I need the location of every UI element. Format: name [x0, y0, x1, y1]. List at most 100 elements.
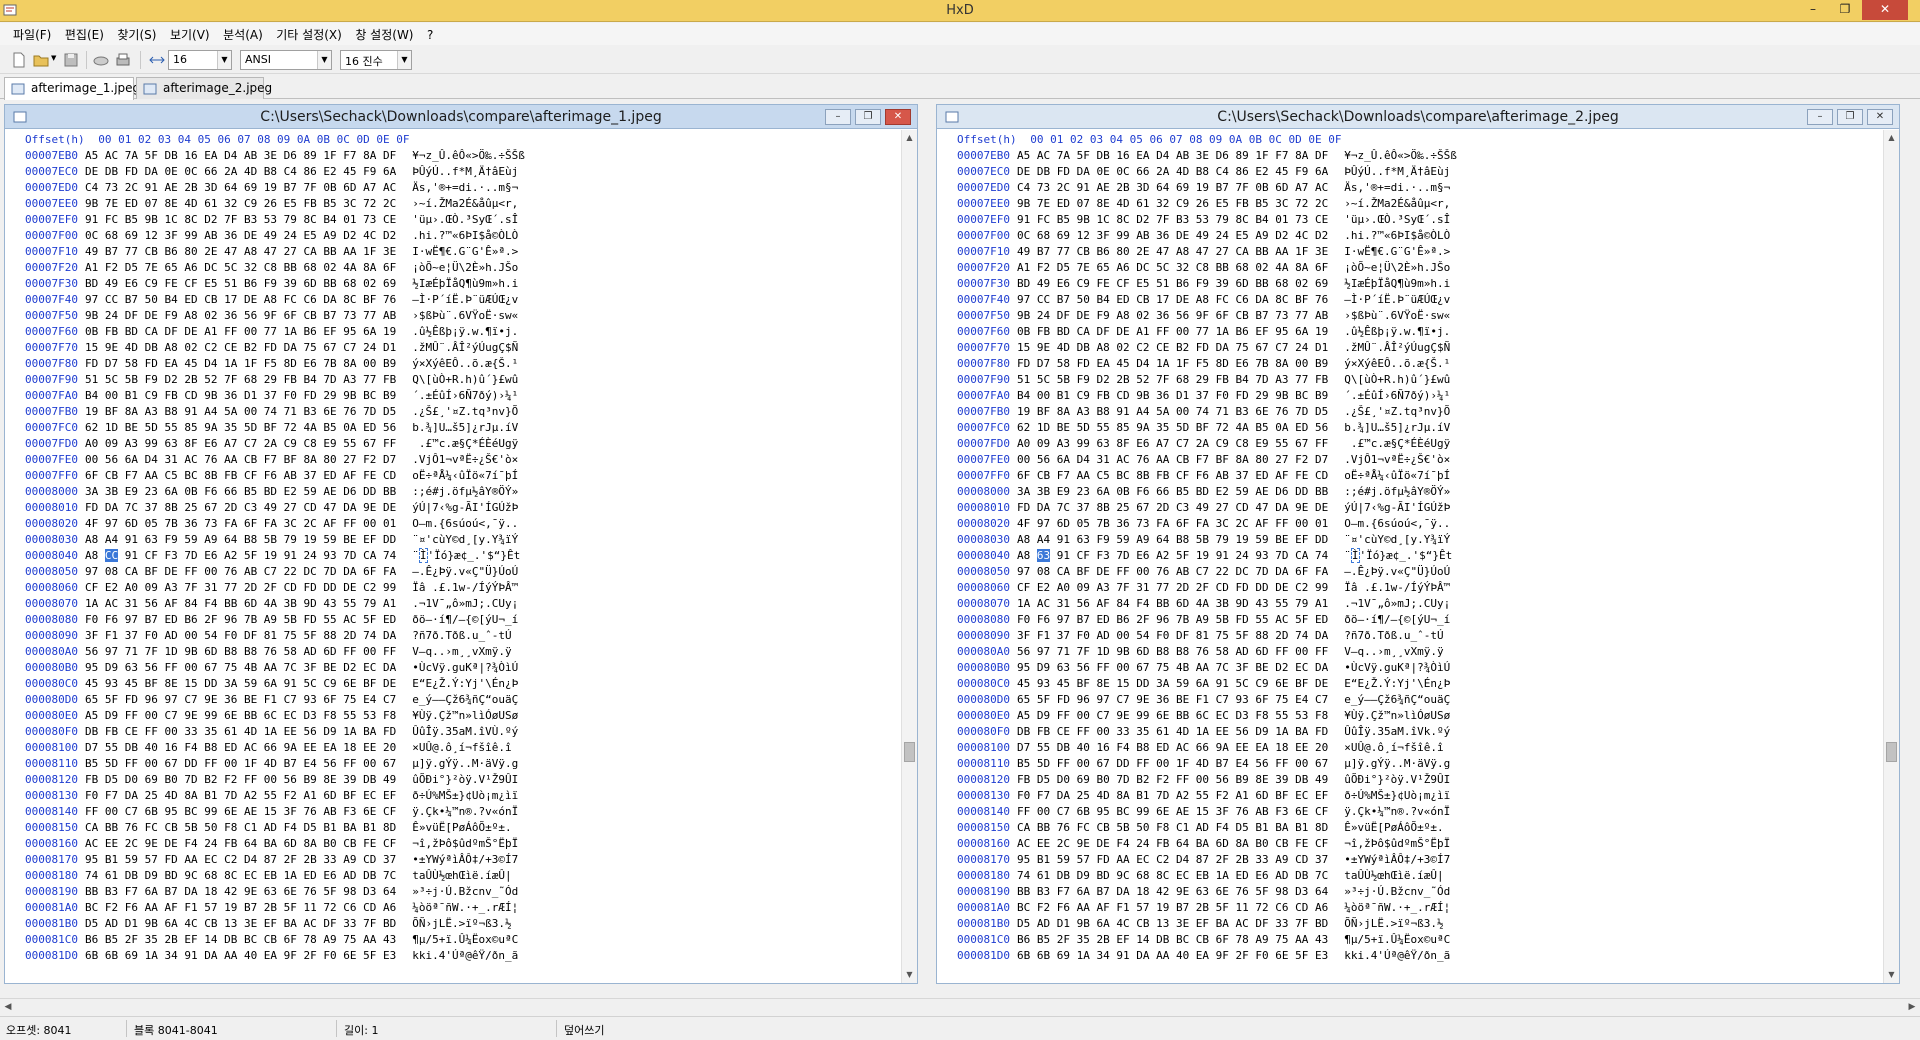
scroll-down-icon[interactable]: ▼	[902, 967, 917, 983]
hex-row[interactable]: 00007EF0 91 FC B5 9B 1C 8C D2 7F B3 53 79…	[937, 212, 1883, 228]
hex-row[interactable]: 00007FE0 00 56 6A D4 31 AC 76 AA CB F7 BF…	[937, 452, 1883, 468]
row-hex-bytes[interactable]: A5 AC 7A 5F DB 16 EA D4 AB 3E D6 89 1F F…	[85, 148, 396, 164]
row-ascii[interactable]: oË÷ªÅ¼‹ûÏö«7í¯þÍ	[1344, 468, 1450, 484]
hex-row[interactable]: 00008080 F0 F6 97 B7 ED B6 2F 96 7B A9 5B…	[5, 612, 901, 628]
hex-row[interactable]: 00007FB0 19 BF 8A A3 B8 91 A4 5A 00 74 71…	[5, 404, 901, 420]
hex-row[interactable]: 00007FD0 A0 09 A3 99 63 8F E6 A7 C7 2A C9…	[5, 436, 901, 452]
hex-row[interactable]: 00007ED0 C4 73 2C 91 AE 2B 3D 64 69 19 B7…	[5, 180, 901, 196]
hex-row[interactable]: 00008110 B5 5D FF 00 67 DD FF 00 1F 4D B7…	[5, 756, 901, 772]
row-hex-bytes[interactable]: BB B3 F7 6A B7 DA 18 42 9E 63 6E 76 5F 9…	[1017, 884, 1328, 900]
row-ascii[interactable]: ¡òÕ~e¦Ü\2È»h.JŠo	[412, 260, 518, 276]
hex-row[interactable]: 00008090 3F F1 37 F0 AD 00 54 F0 DF 81 75…	[5, 628, 901, 644]
row-ascii[interactable]: 'üµ›.ŒÒ.³SyŒ´.sÎ	[1344, 212, 1450, 228]
hex-row[interactable]: 00007F10 49 B7 77 CB B6 80 2E 47 A8 47 27…	[937, 244, 1883, 260]
hex-row[interactable]: 00007F30 BD 49 E6 C9 FE CF E5 51 B6 F9 39…	[5, 276, 901, 292]
row-hex-bytes[interactable]: 97 CC B7 50 B4 ED CB 17 DE A8 FC C6 DA 8…	[1017, 292, 1328, 308]
row-hex-bytes[interactable]: 45 93 45 BF 8E 15 DD 3A 59 6A 91 5C C9 6…	[85, 676, 396, 692]
row-hex-bytes[interactable]: B4 00 B1 C9 FB CD 9B 36 D1 37 F0 FD 29 9…	[85, 388, 396, 404]
hex-row[interactable]: 000080F0 DB FB CE FF 00 33 35 61 4D 1A EE…	[937, 724, 1883, 740]
hex-row[interactable]: 00007FD0 A0 09 A3 99 63 8F E6 A7 C7 2A C9…	[937, 436, 1883, 452]
minimize-button[interactable]: –	[1798, 0, 1828, 20]
row-hex-bytes[interactable]: 3F F1 37 F0 AD 00 54 F0 DF 81 75 5F 88 2…	[1017, 628, 1328, 644]
row-hex-bytes[interactable]: D5 AD D1 9B 6A 4C CB 13 3E EF BA AC DF 3…	[85, 916, 396, 932]
row-ascii[interactable]: ¨Ì'Ïó}æ¢_.'$“}Êt	[1344, 548, 1452, 564]
row-ascii[interactable]: 'üµ›.ŒÒ.³SyŒ´.sÎ	[412, 212, 518, 228]
row-ascii[interactable]: ¬î,žÞô$ûdºmŠ°ËþÏ	[412, 836, 518, 852]
hex-row[interactable]: 00007FE0 00 56 6A D4 31 AC 76 AA CB F7 BF…	[5, 452, 901, 468]
row-hex-bytes[interactable]: A8 63 91 CF F3 7D E6 A2 5F 19 91 24 93 7…	[1017, 548, 1328, 564]
row-ascii[interactable]: ÞÛýÚ..f*M¸Ä†âEùj	[1344, 164, 1450, 180]
hex-row[interactable]: 00008070 1A AC 31 56 AF 84 F4 BB 6D 4A 3B…	[5, 596, 901, 612]
hex-row[interactable]: 00008030 A8 A4 91 63 F9 59 A9 64 B8 5B 79…	[5, 532, 901, 548]
hex-row[interactable]: 00007EF0 91 FC B5 9B 1C 8C D2 7F B3 53 79…	[5, 212, 901, 228]
row-ascii[interactable]: ýÚ|7‹%g-ÃI'ÍGÚžÞ	[412, 500, 518, 516]
row-ascii[interactable]: µ]ÿ.gÝÿ..M·äVÿ.g	[1344, 756, 1450, 772]
row-ascii[interactable]: taÛÙ½œhŒìë.íæ­Û|	[1344, 868, 1443, 884]
row-ascii[interactable]: Ê»vüË[PøÁ­ôÕ±º±.	[1344, 820, 1443, 836]
row-hex-bytes[interactable]: 3A 3B E9 23 6A 0B F6 66 B5 BD E2 59 AE D…	[1017, 484, 1328, 500]
hex-row[interactable]: 00008150 CA BB 76 FC CB 5B 50 F8 C1 AD F4…	[937, 820, 1883, 836]
row-hex-bytes[interactable]: 56 97 71 7F 1D 9B 6D B8 B8 76 58 AD 6D F…	[85, 644, 396, 660]
row-hex-bytes[interactable]: A5 AC 7A 5F DB 16 EA D4 AB 3E D6 89 1F F…	[1017, 148, 1328, 164]
row-hex-bytes[interactable]: BD 49 E6 C9 FE CF E5 51 B6 F9 39 6D BB 6…	[85, 276, 396, 292]
row-hex-bytes[interactable]: 15 9E 4D DB A8 02 C2 CE B2 FD DA 75 67 C…	[85, 340, 396, 356]
hex-row[interactable]: 00007FB0 19 BF 8A A3 B8 91 A4 5A 00 74 71…	[937, 404, 1883, 420]
row-hex-bytes[interactable]: 6B 6B 69 1A 34 91 DA AA 40 EA 9F 2F F0 6…	[1017, 948, 1328, 964]
hex-row[interactable]: 000081D0 6B 6B 69 1A 34 91 DA AA 40 EA 9F…	[937, 948, 1883, 964]
hex-row[interactable]: 00007EC0 DE DB FD DA 0E 0C 66 2A 4D B8 C4…	[937, 164, 1883, 180]
row-ascii[interactable]: ðö—·í¶/–{©[ýU¬_í	[1344, 612, 1450, 628]
row-ascii[interactable]: ¼òöª¯ñW.·+_.rÆÍ¦	[1344, 900, 1450, 916]
row-hex-bytes[interactable]: DE DB FD DA 0E 0C 66 2A 4D B8 C4 86 E2 4…	[1017, 164, 1328, 180]
row-hex-bytes[interactable]: 49 B7 77 CB B6 80 2E 47 A8 47 27 CA BB A…	[1017, 244, 1328, 260]
row-ascii[interactable]: E“E¿Ž.Ý:Yj'\Én¿Þ	[412, 676, 518, 692]
hex-row[interactable]: 00007F50 9B 24 DF DE F9 A8 02 36 56 9F 6F…	[5, 308, 901, 324]
row-ascii[interactable]: b.¾]U…š5]¿rJµ.íV	[412, 420, 518, 436]
row-hex-bytes[interactable]: 1A AC 31 56 AF 84 F4 BB 6D 4A 3B 9D 43 5…	[1017, 596, 1328, 612]
row-hex-bytes[interactable]: 97 08 CA BF DE FF 00 76 AB C7 22 DC 7D D…	[85, 564, 396, 580]
row-hex-bytes[interactable]: DE DB FD DA 0E 0C 66 2A 4D B8 C4 86 E2 4…	[85, 164, 396, 180]
row-hex-bytes[interactable]: 9B 7E ED 07 8E 4D 61 32 C9 26 E5 FB B5 3…	[1017, 196, 1328, 212]
hex-row[interactable]: 00007EE0 9B 7E ED 07 8E 4D 61 32 C9 26 E5…	[937, 196, 1883, 212]
horizontal-scrollbar[interactable]: ◀ ▶	[0, 998, 1920, 1015]
row-hex-bytes[interactable]: B4 00 B1 C9 FB CD 9B 36 D1 37 F0 FD 29 9…	[1017, 388, 1328, 404]
row-hex-bytes[interactable]: 62 1D BE 5D 55 85 9A 35 5D BF 72 4A B5 0…	[1017, 420, 1328, 436]
row-ascii[interactable]: Q\[ùÒ+R.h)û´}£wû	[412, 372, 518, 388]
row-ascii[interactable]: I·wË¶€.G¨G'Ê»ª.>	[412, 244, 518, 260]
tab-afterimage-2[interactable]: afterimage_2.jpeg	[136, 77, 272, 99]
scroll-up-icon[interactable]: ▲	[902, 130, 917, 146]
row-ascii[interactable]: ý×XýêEÔ..õ.æ{Š.¹	[412, 356, 518, 372]
row-ascii[interactable]: ¨¤'cùY©d¸[y.Y¾ïÝ	[1344, 532, 1450, 548]
menu-search[interactable]: 찾기(S)	[112, 23, 161, 46]
hex-row[interactable]: 000080F0 DB FB CE FF 00 33 35 61 4D 1A EE…	[5, 724, 901, 740]
hex-row[interactable]: 000080E0 A5 D9 FF 00 C7 9E 99 6E BB 6C EC…	[5, 708, 901, 724]
row-hex-bytes[interactable]: C4 73 2C 91 AE 2B 3D 64 69 19 B7 7F 0B 6…	[1017, 180, 1328, 196]
hex-row[interactable]: 00007F40 97 CC B7 50 B4 ED CB 17 DE A8 FC…	[937, 292, 1883, 308]
hex-row[interactable]: 00008150 CA BB 76 FC CB 5B 50 F8 C1 AD F4…	[5, 820, 901, 836]
row-hex-bytes[interactable]: 9B 7E ED 07 8E 4D 61 32 C9 26 E5 FB B5 3…	[85, 196, 396, 212]
hex-row[interactable]: 00007FC0 62 1D BE 5D 55 85 9A 35 5D BF 72…	[937, 420, 1883, 436]
hex-row[interactable]: 00008160 AC EE 2C 9E DE F4 24 FB 64 BA 6D…	[5, 836, 901, 852]
row-ascii[interactable]: •±YWýªìÂÔ‡/+3©Í7	[1344, 852, 1450, 868]
hex-row[interactable]: 00007EC0 DE DB FD DA 0E 0C 66 2A 4D B8 C4…	[5, 164, 901, 180]
hex-row[interactable]: 00007F00 0C 68 69 12 3F 99 AB 36 DE 49 24…	[5, 228, 901, 244]
row-ascii[interactable]: —.Ê¿Þÿ.v«Ç"Ü}ÚoÚ	[412, 564, 518, 580]
row-ascii[interactable]: ›~í.ŽMa2É&åûµ<r,	[412, 196, 518, 212]
hex-row[interactable]: 00007F40 97 CC B7 50 B4 ED CB 17 DE A8 FC…	[5, 292, 901, 308]
row-ascii[interactable]: .û½Êßþ¡ÿ.w.¶ï•j.	[412, 324, 518, 340]
row-ascii[interactable]: ¨¤'cùY©d¸[y.Y¾ïÝ	[412, 532, 518, 548]
hex-row[interactable]: 00007F20 A1 F2 D5 7E 65 A6 DC 5C 32 C8 BB…	[5, 260, 901, 276]
row-hex-bytes[interactable]: 95 B1 59 57 FD AA EC C2 D4 87 2F 2B 33 A…	[1017, 852, 1328, 868]
hex-row[interactable]: 000080B0 95 D9 63 56 FF 00 67 75 4B AA 7C…	[937, 660, 1883, 676]
row-hex-bytes[interactable]: F0 F7 DA 25 4D 8A B1 7D A2 55 F2 A1 6D B…	[85, 788, 396, 804]
row-ascii[interactable]: —Ì·P´íË.Þ¨üÆÚŒ¿v	[412, 292, 518, 308]
hex-row[interactable]: 00008100 D7 55 DB 40 16 F4 B8 ED AC 66 9A…	[937, 740, 1883, 756]
hex-row[interactable]: 00007F80 FD D7 58 FD EA 45 D4 1A 1F F5 8D…	[5, 356, 901, 372]
row-ascii[interactable]: •ÙcVÿ.guKª|?¾ÒìÚ	[1344, 660, 1450, 676]
row-hex-bytes[interactable]: A8 CC 91 CF F3 7D E6 A2 5F 19 91 24 93 7…	[85, 548, 396, 564]
row-hex-bytes[interactable]: CA BB 76 FC CB 5B 50 F8 C1 AD F4 D5 B1 B…	[1017, 820, 1328, 836]
hex-row[interactable]: 000080C0 45 93 45 BF 8E 15 DD 3A 59 6A 91…	[5, 676, 901, 692]
row-hex-bytes[interactable]: 19 BF 8A A3 B8 91 A4 5A 00 74 71 B3 6E 7…	[85, 404, 396, 420]
pane-restore-button[interactable]: ❐	[855, 109, 881, 125]
row-ascii[interactable]: .£™c.æ§Ç*ÉÈéUgÿ	[1344, 436, 1450, 452]
hex-row[interactable]: 000080C0 45 93 45 BF 8E 15 DD 3A 59 6A 91…	[937, 676, 1883, 692]
